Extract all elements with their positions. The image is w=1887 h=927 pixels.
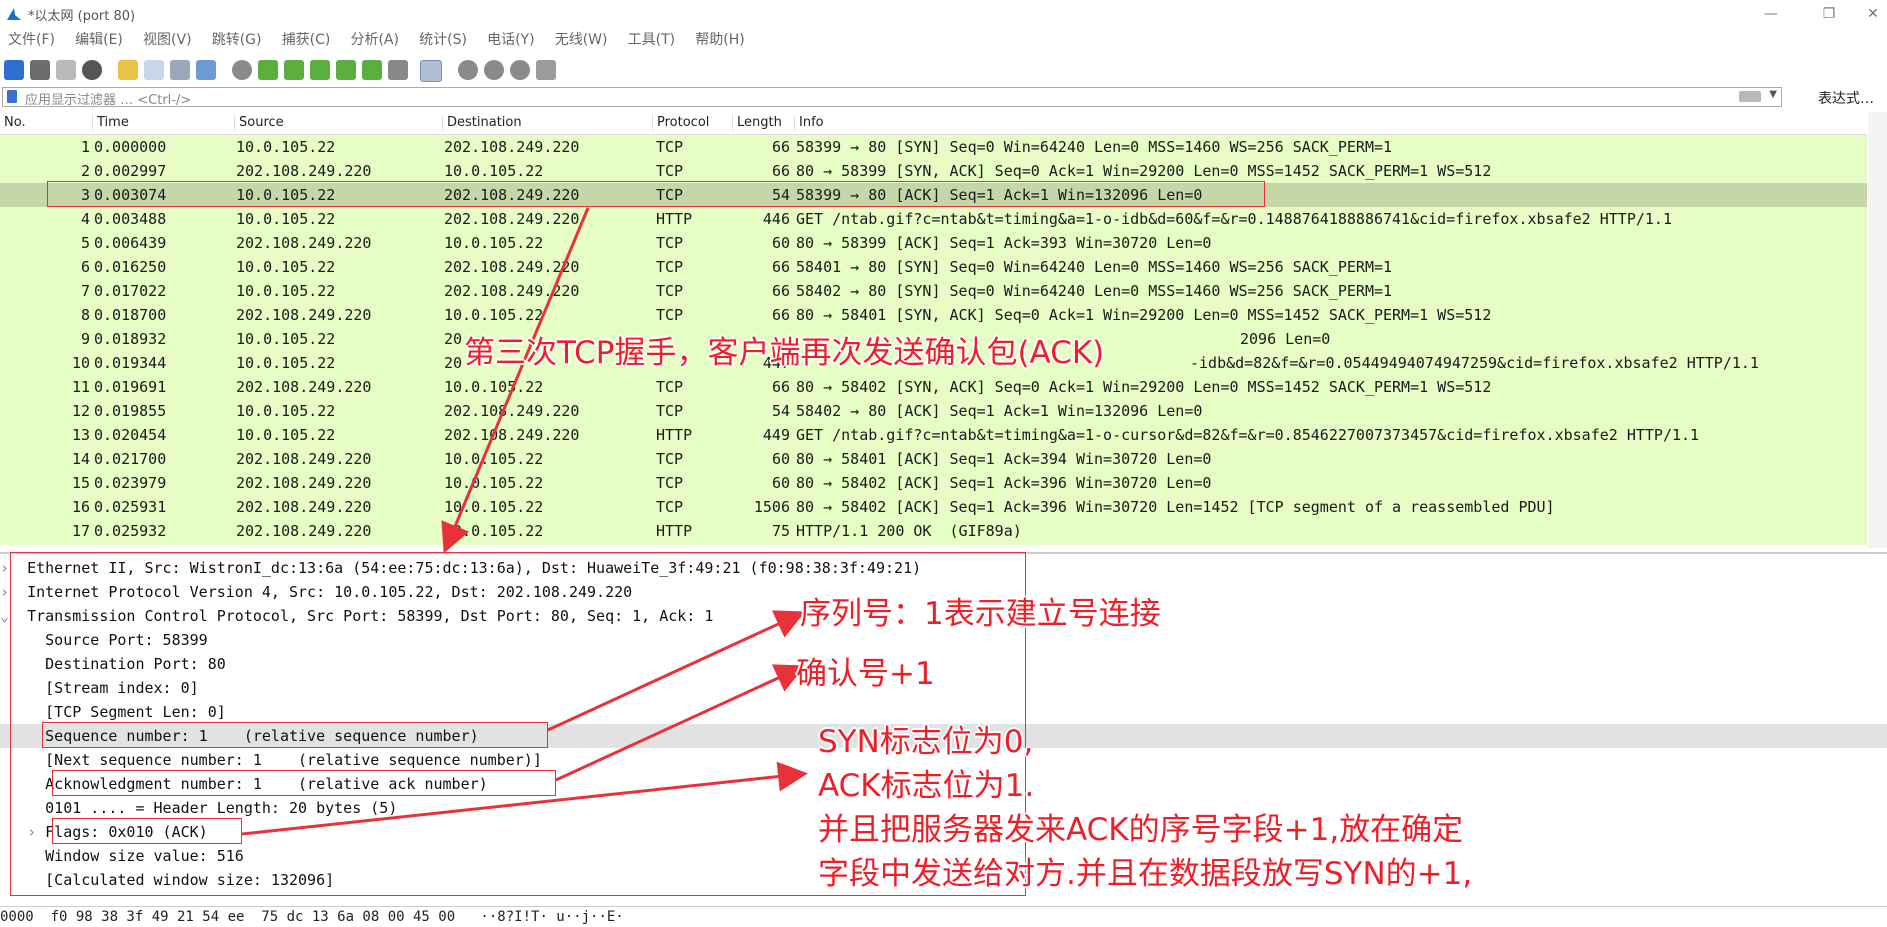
start-capture-icon[interactable] [4,60,24,80]
menu-analyze[interactable]: 分析(A) [350,28,399,52]
table-row[interactable]: 2 0.002997 202.108.249.220 10.0.105.22 TCP 66… [0,159,1867,183]
annotation-flags-3: 并且把服务器发来ACK的序号字段+1,放在确定 [818,812,1464,848]
chevron-down-icon[interactable]: ▼ [1769,89,1777,100]
menu-view[interactable]: 视图(V) [143,28,192,52]
menu-wireless[interactable]: 无线(W) [555,28,608,52]
display-filter-bar: 应用显示过滤器 … <Ctrl-/> ▼ 表达式… [0,86,1887,108]
highlight-box-flags [52,818,242,844]
open-file-icon[interactable] [118,60,138,80]
highlight-box-ack [52,770,556,796]
menu-edit[interactable]: 编辑(E) [75,28,123,52]
annotation-flags-4: 字段中发送给对方.并且在数据段放写SYN的+1, [818,856,1473,892]
table-row[interactable]: 7 0.017022 10.0.105.22 202.108.249.220 TCP 66… [0,279,1867,303]
highlight-box-sequence [42,722,548,748]
menu-capture[interactable]: 捕获(C) [282,28,331,52]
table-row[interactable]: 17 0.025932 202.108.249.220 10.0.105.22 HTTP… [0,519,1867,543]
restore-icon[interactable]: ❐ [1814,4,1844,24]
first-packet-icon[interactable] [336,60,356,80]
apply-filter-icon[interactable] [1739,91,1761,102]
expression-button[interactable]: 表达式… [1818,88,1874,108]
table-row[interactable]: 8 0.018700 202.108.249.220 10.0.105.22 TCP 66… [0,303,1867,327]
col-source[interactable]: Source [234,115,284,131]
annotation-flags-2: ACK标志位为1. [818,768,1035,804]
go-to-packet-icon[interactable] [310,60,330,80]
colorize-icon[interactable] [420,60,442,82]
close-icon[interactable]: ✕ [1858,4,1887,24]
bookmark-icon[interactable] [7,90,17,103]
table-row[interactable]: 16 0.025931 202.108.249.220 10.0.105.22 TCP 1… [0,495,1867,519]
annotation-seq: 序列号：1表示建立号连接 [800,596,1161,632]
packet-list-header: No. Time Source Destination Protocol Len… [0,112,1867,135]
go-forward-icon[interactable] [284,60,304,80]
stop-capture-icon[interactable] [30,60,50,80]
close-file-icon[interactable] [170,60,190,80]
filter-placeholder: 应用显示过滤器 … <Ctrl-/> [25,93,192,108]
menu-tools[interactable]: 工具(T) [628,28,675,52]
packet-list-scrollbar[interactable] [1868,112,1887,548]
highlight-box-packet-3 [47,181,1265,207]
wireshark-logo-icon [7,8,21,20]
col-info[interactable]: Info [794,115,824,131]
col-no[interactable]: No. [0,115,26,131]
annotation-third-handshake: 第三次TCP握手，客户端再次发送确认包(ACK) [464,335,1105,371]
go-back-icon[interactable] [258,60,278,80]
menu-file[interactable]: 文件(F) [8,28,55,52]
title-bar: *以太网 (port 80) — ❐ ✕ [0,0,1887,28]
zoom-out-icon[interactable] [484,60,504,80]
window-title: *以太网 (port 80) [28,9,136,24]
capture-options-icon[interactable] [82,60,102,80]
zoom-normal-icon[interactable] [510,60,530,80]
table-row[interactable]: 6 0.016250 10.0.105.22 202.108.249.220 TCP 66… [0,255,1867,279]
last-packet-icon[interactable] [362,60,382,80]
table-row[interactable]: 15 0.023979 202.108.249.220 10.0.105.22 TCP 6… [0,471,1867,495]
annotation-flags-1: SYN标志位为0, [818,724,1034,760]
col-length[interactable]: Length [732,115,782,131]
resize-columns-icon[interactable] [536,60,556,80]
table-row[interactable]: 14 0.021700 202.108.249.220 10.0.105.22 TCP 6… [0,447,1867,471]
restart-capture-icon[interactable] [56,60,76,80]
zoom-in-icon[interactable] [458,60,478,80]
annotation-ack: 确认号+1 [796,656,935,692]
menu-help[interactable]: 帮助(H) [695,28,744,52]
table-row[interactable]: 13 0.020454 10.0.105.22 202.108.249.220 HTTP… [0,423,1867,447]
col-protocol[interactable]: Protocol [652,115,709,131]
reload-icon[interactable] [196,60,216,80]
menu-statistics[interactable]: 统计(S) [419,28,467,52]
table-row[interactable]: 11 0.019691 202.108.249.220 10.0.105.22 TCP 6… [0,375,1867,399]
display-filter-input[interactable]: 应用显示过滤器 … <Ctrl-/> ▼ [2,87,1782,108]
col-destination[interactable]: Destination [442,115,522,131]
menu-go[interactable]: 跳转(G) [212,28,262,52]
table-row[interactable]: 4 0.003488 10.0.105.22 202.108.249.220 HTTP 4… [0,207,1867,231]
col-time[interactable]: Time [92,115,129,131]
save-file-icon[interactable] [144,60,164,80]
table-row[interactable]: 12 0.019855 10.0.105.22 202.108.249.220 TCP 5… [0,399,1867,423]
find-packet-icon[interactable] [232,60,252,80]
packet-bytes-pane[interactable]: 0000 f0 98 38 3f 49 21 54 ee 75 dc 13 6a… [0,906,1887,927]
table-row[interactable]: 1 0.000000 10.0.105.22 202.108.249.220 TCP 66… [0,135,1867,159]
autoscroll-icon[interactable] [388,60,408,80]
minimize-icon[interactable]: — [1756,4,1786,24]
menu-bar: 文件(F) 编辑(E) 视图(V) 跳转(G) 捕获(C) 分析(A) 统计(S… [0,28,1887,52]
menu-telephony[interactable]: 电话(Y) [487,28,534,52]
main-toolbar [0,56,1887,84]
table-row[interactable]: 5 0.006439 202.108.249.220 10.0.105.22 TCP 60… [0,231,1867,255]
